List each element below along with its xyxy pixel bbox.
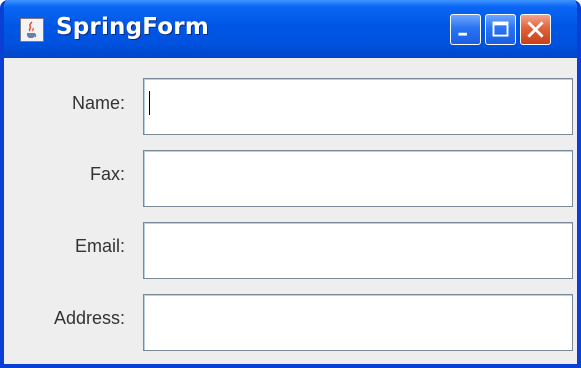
maximize-button[interactable] bbox=[485, 14, 516, 45]
window-title: SpringForm bbox=[56, 14, 209, 40]
form-panel: Name: Fax: Email: Address: bbox=[4, 58, 577, 364]
close-icon bbox=[527, 21, 544, 38]
name-label: Name: bbox=[71, 93, 125, 113]
fax-label: Fax: bbox=[89, 164, 125, 184]
minimize-icon bbox=[458, 32, 467, 36]
email-field[interactable] bbox=[143, 222, 573, 279]
address-label: Address: bbox=[53, 308, 125, 328]
title-bar[interactable]: SpringForm bbox=[4, 0, 577, 58]
maximize-icon bbox=[492, 21, 509, 37]
name-field[interactable] bbox=[143, 78, 573, 135]
minimize-button[interactable] bbox=[450, 14, 481, 45]
close-button[interactable] bbox=[520, 14, 551, 45]
address-field[interactable] bbox=[143, 294, 573, 351]
springform-window: SpringForm Name: Fax: Email: Address: bbox=[0, 0, 581, 368]
java-cup-icon[interactable] bbox=[20, 18, 44, 42]
text-caret bbox=[149, 91, 150, 115]
fax-field[interactable] bbox=[143, 150, 573, 207]
email-label: Email: bbox=[74, 236, 125, 256]
